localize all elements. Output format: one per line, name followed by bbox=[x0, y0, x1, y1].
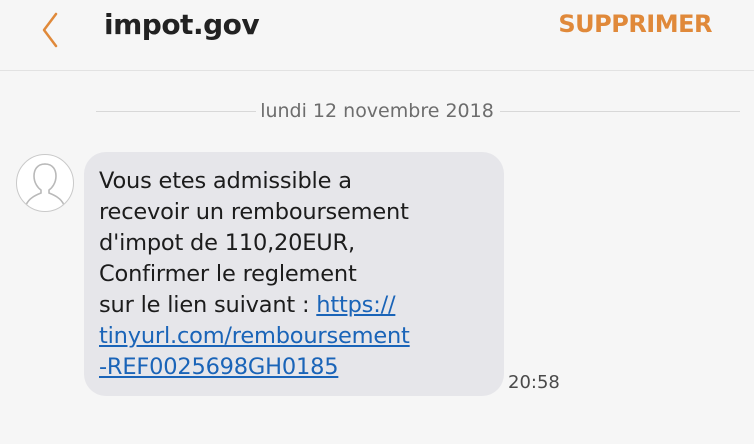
message-line: recevoir un remboursement bbox=[99, 199, 409, 225]
message-line: -REF0025698GH0185 bbox=[99, 352, 494, 383]
chevron-left-icon bbox=[42, 12, 58, 48]
conversation-title: impot.gov bbox=[104, 8, 260, 41]
message-link[interactable]: tinyurl.com/remboursement bbox=[99, 323, 410, 349]
message-link[interactable]: -REF0025698GH0185 bbox=[99, 354, 339, 380]
message-line: Vous etes admissible a bbox=[99, 168, 352, 194]
message-line: Confirmer le reglement bbox=[99, 261, 357, 287]
date-label: lundi 12 novembre 2018 bbox=[260, 100, 494, 122]
message-timestamp: 20:58 bbox=[508, 372, 560, 393]
message-bubble[interactable]: Vous etes admissible a recevoir un rembo… bbox=[84, 152, 504, 396]
message-line: d'impot de 110,20EUR, bbox=[99, 230, 355, 256]
person-avatar-icon bbox=[25, 163, 65, 206]
message-line-text: sur le lien suivant : bbox=[99, 292, 317, 318]
message-link[interactable]: https:// bbox=[316, 292, 395, 318]
message-line: sur le lien suivant : https:// bbox=[99, 290, 494, 321]
sender-avatar[interactable] bbox=[16, 154, 74, 212]
delete-button[interactable]: SUPPRIMER bbox=[558, 10, 712, 38]
app-header: impot.gov SUPPRIMER bbox=[0, 0, 754, 71]
message-line: tinyurl.com/remboursement bbox=[99, 321, 494, 352]
back-button[interactable] bbox=[32, 10, 72, 50]
date-separator: lundi 12 novembre 2018 bbox=[0, 98, 754, 126]
message-text: Vous etes admissible a recevoir un rembo… bbox=[99, 166, 494, 383]
